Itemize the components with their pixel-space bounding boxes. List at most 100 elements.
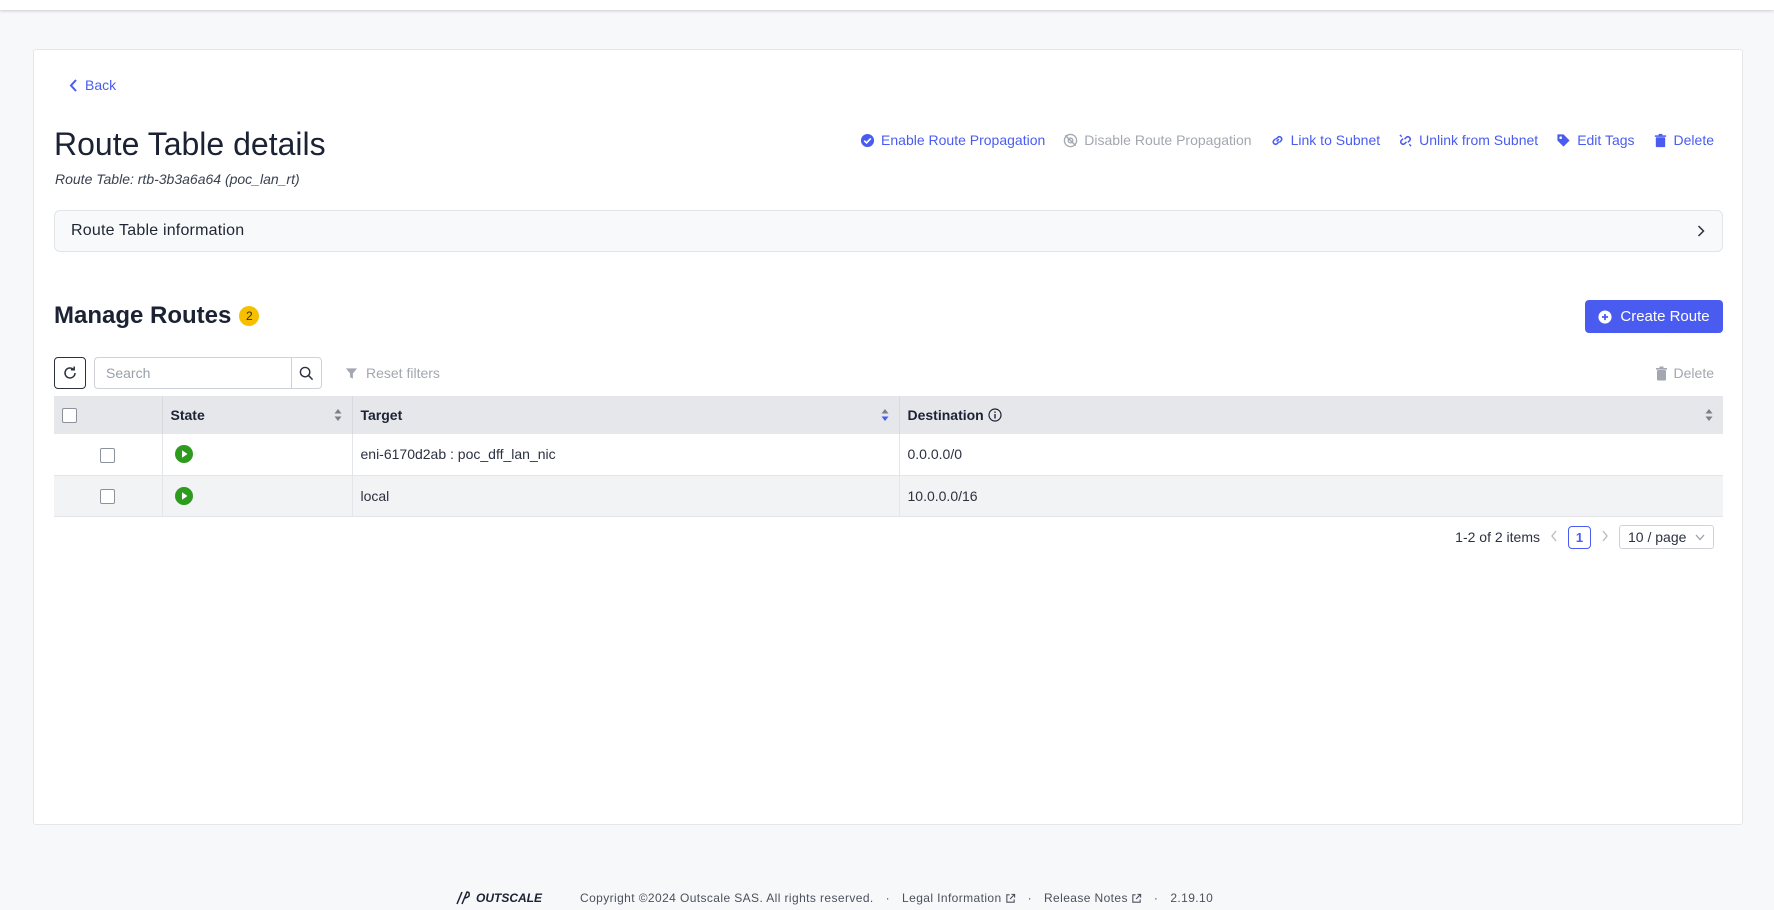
release-notes-link[interactable]: Release Notes xyxy=(1044,891,1142,905)
page-subtitle: Route Table: rtb-3b3a6a64 (poc_lan_rt) xyxy=(55,171,300,187)
state-column-label: State xyxy=(170,407,205,423)
create-route-label: Create Route xyxy=(1620,308,1710,325)
disable-route-propagation-label: Disable Route Propagation xyxy=(1084,132,1252,148)
edit-tags-label: Edit Tags xyxy=(1577,132,1635,148)
disable-route-propagation-button[interactable]: Disable Route Propagation xyxy=(1063,132,1252,148)
top-navbar xyxy=(0,0,1774,10)
pagination-summary: 1-2 of 2 items xyxy=(1455,529,1540,545)
outscale-logo: OUTSCALE xyxy=(454,890,542,906)
delete-route-table-label: Delete xyxy=(1673,132,1714,148)
unlink-from-subnet-label: Unlink from Subnet xyxy=(1419,132,1539,148)
app-version: 2.19.10 xyxy=(1170,891,1214,905)
filter-icon xyxy=(345,367,358,379)
table-row[interactable]: local 10.0.0.0/16 xyxy=(54,475,1723,517)
destination-cell: 0.0.0.0/0 xyxy=(899,434,1723,476)
next-page-button[interactable] xyxy=(1601,529,1609,545)
eye-off-icon xyxy=(1064,133,1078,147)
legal-information-link[interactable]: Legal Information xyxy=(902,891,1016,905)
play-circle-icon xyxy=(174,445,193,464)
tag-icon xyxy=(1557,133,1570,147)
row-select-cell xyxy=(54,434,163,476)
unlink-icon xyxy=(1399,133,1412,147)
footer: OUTSCALE Copyright ©2024 Outscale SAS. A… xyxy=(454,890,1213,906)
delete-routes-button[interactable]: Delete xyxy=(1655,365,1714,381)
search-input[interactable] xyxy=(94,357,291,389)
search-box xyxy=(94,357,322,389)
state-column-header[interactable]: State xyxy=(162,396,353,434)
previous-page-button[interactable] xyxy=(1550,529,1558,545)
chevron-right-icon xyxy=(1602,530,1608,542)
row-checkbox[interactable] xyxy=(100,447,116,463)
create-route-button[interactable]: Create Route xyxy=(1585,300,1723,333)
edit-tags-button[interactable]: Edit Tags xyxy=(1556,132,1635,148)
page-title: Route Table details xyxy=(54,126,326,162)
check-circle-icon xyxy=(860,133,875,147)
trash-icon xyxy=(1655,366,1667,380)
unlink-from-subnet-button[interactable]: Unlink from Subnet xyxy=(1398,132,1538,148)
reset-filters-button[interactable]: Reset filters xyxy=(345,365,440,381)
sort-icon[interactable] xyxy=(1705,408,1713,422)
legal-information-label: Legal Information xyxy=(902,891,1002,905)
routes-table: State Target Destination eni-6170d2ab: … xyxy=(54,396,1723,517)
row-checkbox[interactable] xyxy=(100,488,116,504)
plus-circle-icon xyxy=(1598,309,1612,324)
play-circle-icon xyxy=(174,486,193,505)
pagination: 1-2 of 2 items 1 10 / page xyxy=(1455,525,1714,549)
footer-separator: · xyxy=(1027,891,1032,905)
select-all-cell xyxy=(54,396,163,434)
chevron-left-icon xyxy=(69,78,77,92)
table-header-row: State Target Destination xyxy=(54,396,1723,434)
manage-routes-heading: Manage Routes 2 xyxy=(54,302,260,330)
destination-cell: 10.0.0.0/16 xyxy=(899,475,1723,517)
target-column-header[interactable]: Target xyxy=(352,396,900,434)
row-select-cell xyxy=(54,475,163,517)
footer-separator: · xyxy=(885,891,891,905)
sort-icon[interactable] xyxy=(334,408,342,422)
delete-route-table-button[interactable]: Delete xyxy=(1653,132,1714,148)
external-link-icon xyxy=(1005,893,1015,903)
enable-route-propagation-button[interactable]: Enable Route Propagation xyxy=(860,132,1045,148)
link-icon xyxy=(1272,135,1283,145)
info-panel-label: Route Table information xyxy=(71,222,245,239)
page-size-select[interactable]: 10 / page xyxy=(1619,525,1714,549)
copyright-text: Copyright ©2024 Outscale SAS. All rights… xyxy=(580,891,874,905)
release-notes-label: Release Notes xyxy=(1043,891,1128,905)
link-to-subnet-label: Link to Subnet xyxy=(1290,132,1381,148)
link-to-subnet-button[interactable]: Link to Subnet xyxy=(1270,132,1381,148)
chevron-down-icon xyxy=(1695,534,1705,540)
destination-column-header[interactable]: Destination xyxy=(899,396,1723,434)
target-cell: local xyxy=(352,475,900,517)
manage-routes-title: Manage Routes xyxy=(54,302,232,329)
info-icon[interactable] xyxy=(988,408,1002,422)
route-table-information-panel[interactable]: Route Table information xyxy=(54,210,1723,252)
reset-filters-label: Reset filters xyxy=(366,365,440,381)
trash-icon xyxy=(1654,133,1666,147)
chevron-left-icon xyxy=(1551,530,1557,542)
refresh-button[interactable] xyxy=(54,357,86,389)
sort-icon[interactable] xyxy=(881,408,889,422)
destination-column-label: Destination xyxy=(907,407,984,423)
delete-routes-label: Delete xyxy=(1673,365,1714,381)
header-actions: Enable Route Propagation Disable Route P… xyxy=(860,132,1714,148)
search-button[interactable] xyxy=(291,357,322,389)
back-label: Back xyxy=(85,77,117,93)
footer-separator: · xyxy=(1153,891,1159,905)
refresh-icon xyxy=(64,366,76,379)
page-size-value: 10 / page xyxy=(1628,529,1687,545)
target-cell: eni-6170d2ab : poc_dff_lan_nic xyxy=(352,434,900,476)
state-cell xyxy=(162,434,353,476)
page-number-button[interactable]: 1 xyxy=(1568,525,1591,549)
outscale-logo-icon xyxy=(456,891,470,905)
select-all-checkbox[interactable] xyxy=(62,408,77,424)
outscale-brand-text: OUTSCALE xyxy=(476,891,542,905)
state-cell xyxy=(162,475,353,517)
external-link-icon xyxy=(1132,893,1142,903)
table-row[interactable]: eni-6170d2ab : poc_dff_lan_nic 0.0.0.0/0 xyxy=(54,434,1723,476)
route-table-details-card: Back Route Table details Route Table: rt… xyxy=(33,49,1743,825)
routes-count-badge: 2 xyxy=(239,306,260,326)
enable-route-propagation-label: Enable Route Propagation xyxy=(881,132,1046,148)
chevron-right-icon xyxy=(1697,225,1705,237)
back-link[interactable]: Back xyxy=(69,77,116,93)
search-icon xyxy=(299,366,314,380)
target-column-label: Target xyxy=(360,407,403,423)
